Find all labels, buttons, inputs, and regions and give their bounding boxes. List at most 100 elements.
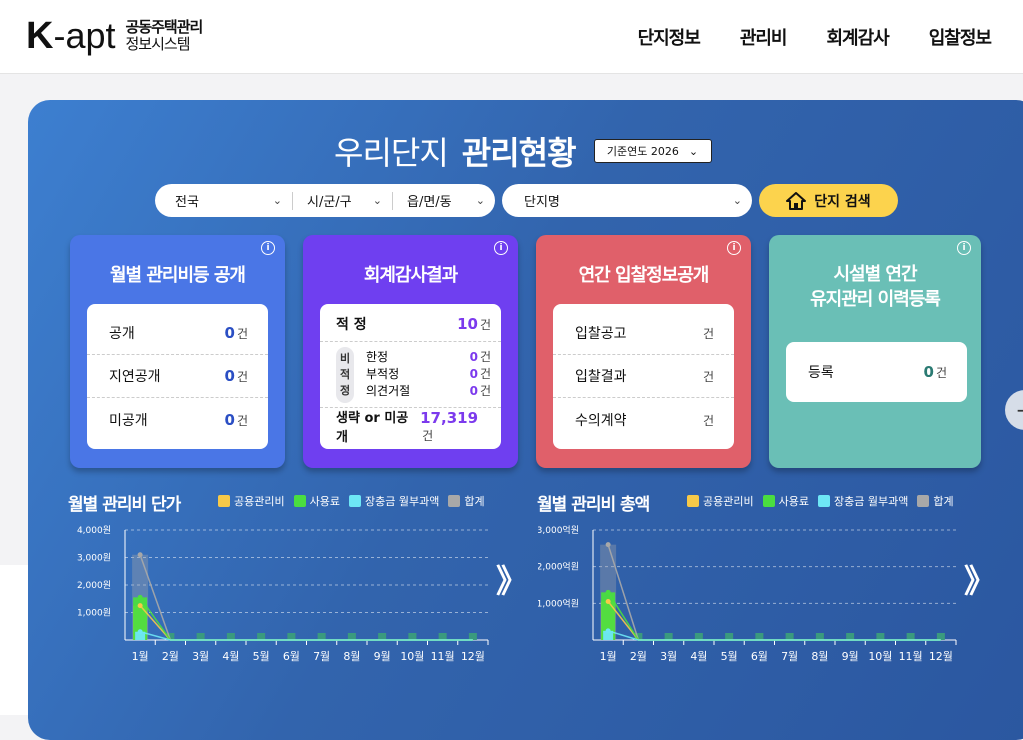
list-item[interactable]: 적 정 10 건 xyxy=(320,306,501,342)
list-item[interactable]: 한정 0 건 xyxy=(366,349,491,366)
k-apt-logo[interactable]: K -apt 공동주택관리 정보시스템 xyxy=(26,16,203,57)
nav-bidding-info[interactable]: 입찰정보 xyxy=(929,24,992,50)
list-item[interactable]: 생략 or 미공개 17,319건 xyxy=(320,408,501,446)
line-common xyxy=(607,601,941,641)
row-label: 의견거절 xyxy=(366,384,411,398)
chart-next-arrow[interactable]: 》 xyxy=(964,556,996,602)
eupmyeondong-select[interactable]: 읍/면/동 ⌄ xyxy=(393,184,495,217)
list-item[interactable]: 의견거절 0 건 xyxy=(366,383,491,400)
y-tick-label: 2,000원 xyxy=(77,580,111,591)
legend-label: 합계 xyxy=(933,495,954,508)
y-tick-label: 3,000억원 xyxy=(538,524,579,536)
info-icon[interactable]: i xyxy=(727,241,741,255)
list-item[interactable]: 입찰결과 건 xyxy=(553,355,734,398)
row-label: 공개 xyxy=(109,326,135,342)
x-tick-label: 6월 xyxy=(751,650,768,663)
fee-disclosure-list: 공개 0건 지연공개 0건 미공개 0건 xyxy=(87,304,268,449)
legend-label: 합계 xyxy=(464,495,485,508)
bar-marker xyxy=(876,633,885,640)
chevron-down-icon: ⌄ xyxy=(732,194,742,207)
line-common xyxy=(139,605,473,641)
point-total xyxy=(137,552,143,558)
row-value: 0 xyxy=(224,410,235,429)
row-unit: 건 xyxy=(236,370,248,384)
row-value: 0 xyxy=(224,367,235,385)
legend-label: 공용관리비 xyxy=(234,495,285,508)
x-tick-label: 1월 xyxy=(600,650,617,663)
sigungu-select[interactable]: 시/군/구 ⌄ xyxy=(293,184,392,217)
eupmyeondong-value: 읍/면/동 xyxy=(407,195,452,210)
y-tick-label: 3,000원 xyxy=(77,553,111,564)
legend-total: 합계 xyxy=(448,493,485,509)
bidding-info-card[interactable]: i 연간 입찰정보공개 입찰공고 건 입찰결과 건 수의계약 건 xyxy=(536,235,751,468)
fee-disclosure-card[interactable]: i 월별 관리비등 공개 공개 0건 지연공개 0건 미공개 0건 xyxy=(70,235,285,468)
bar-marker xyxy=(347,633,356,640)
title-light: 우리단지 xyxy=(334,134,449,172)
bar-marker xyxy=(755,633,764,640)
list-item[interactable]: 지연공개 0건 xyxy=(87,355,268,398)
x-tick-label: 9월 xyxy=(374,650,391,663)
bar-marker xyxy=(906,633,915,640)
row-label: 수의계약 xyxy=(575,412,627,429)
row-label: 미공개 xyxy=(109,412,148,429)
region-search-bar: 전국 ⌄ 시/군/구 ⌄ 읍/면/동 ⌄ xyxy=(155,184,495,217)
list-item[interactable]: 미공개 0건 xyxy=(87,398,268,441)
row-unit: 건 xyxy=(236,327,248,341)
x-tick-label: 2월 xyxy=(162,650,179,663)
nav-accounting-audit[interactable]: 회계감사 xyxy=(827,24,890,50)
row-value: 0 xyxy=(469,350,478,364)
legend-swatch xyxy=(293,495,306,507)
line-reserve xyxy=(607,630,941,641)
sigungu-value: 시/군/구 xyxy=(307,195,352,210)
row-label: 한정 xyxy=(366,350,389,364)
info-icon[interactable]: i xyxy=(494,241,508,255)
legend-label: 장충금 월부과액 xyxy=(364,495,440,508)
nav-complex-info[interactable]: 단지정보 xyxy=(638,24,701,50)
x-tick-label: 11월 xyxy=(899,650,923,663)
bidding-info-title: 연간 입찰정보공개 xyxy=(578,265,710,286)
apt-name-value: 단지명 xyxy=(524,195,560,210)
y-tick-label: 1,000억원 xyxy=(538,597,579,609)
legend-usage: 사용료 xyxy=(293,493,340,509)
apt-search-button[interactable]: 단지 검색 xyxy=(759,184,898,217)
bar-marker xyxy=(226,633,235,640)
x-tick-label: 5월 xyxy=(253,650,270,663)
list-item[interactable]: 등록 0건 xyxy=(786,351,967,394)
row-unit: 건 xyxy=(702,370,714,384)
facility-history-card[interactable]: i 시설별 연간 유지관리 이력등록 등록 0건 xyxy=(769,235,981,468)
x-tick-label: 11월 xyxy=(431,650,455,663)
sido-value: 전국 xyxy=(175,195,199,210)
info-icon[interactable]: i xyxy=(261,241,275,255)
bar-marker xyxy=(257,633,266,640)
year-select[interactable]: 기준연도 2026 ⌄ xyxy=(593,139,712,163)
legend-label: 사용료 xyxy=(778,495,809,508)
sido-select[interactable]: 전국 ⌄ xyxy=(155,184,292,217)
x-tick-label: 5월 xyxy=(721,650,738,663)
info-icon[interactable]: i xyxy=(957,241,971,255)
x-tick-label: 8월 xyxy=(811,650,828,663)
line-total xyxy=(139,554,473,641)
legend-label: 장충금 월부과액 xyxy=(833,495,909,508)
chevron-down-icon: ⌄ xyxy=(372,194,382,207)
apt-name-select[interactable]: 단지명 ⌄ xyxy=(502,184,752,217)
list-item[interactable]: 수의계약 건 xyxy=(553,398,734,441)
logo-line2: 정보시스템 xyxy=(125,35,191,53)
chevron-down-icon: ⌄ xyxy=(475,194,485,207)
audit-result-card[interactable]: i 회계감사결과 적 정 10 건 비 적 정 한정 0 건 부적정 0 건 의견거절 0 건… xyxy=(303,235,518,468)
site-header: K -apt 공동주택관리 정보시스템 단지정보 관리비 회계감사 입찰정보 xyxy=(0,0,1023,74)
chart-next-arrow[interactable]: 》 xyxy=(496,556,528,602)
y-tick-label: 4,000원 xyxy=(77,525,111,536)
improper-list: 한정 0 건 부적정 0 건 의견거절 0 건 xyxy=(366,349,491,400)
list-item[interactable]: 입찰공고 건 xyxy=(553,312,734,355)
list-item[interactable]: 공개 0건 xyxy=(87,312,268,355)
x-tick-label: 1월 xyxy=(132,650,149,663)
row-unit: 건 xyxy=(236,413,248,428)
x-tick-label: 8월 xyxy=(343,650,360,663)
row-value: 10 xyxy=(457,314,478,333)
point-usage xyxy=(137,594,143,600)
nav-management-fee[interactable]: 관리비 xyxy=(740,24,788,50)
facility-list: 등록 0건 xyxy=(786,342,967,402)
row-label: 부적정 xyxy=(366,367,400,381)
point-usage xyxy=(605,589,611,595)
list-item[interactable]: 부적정 0 건 xyxy=(366,366,491,383)
